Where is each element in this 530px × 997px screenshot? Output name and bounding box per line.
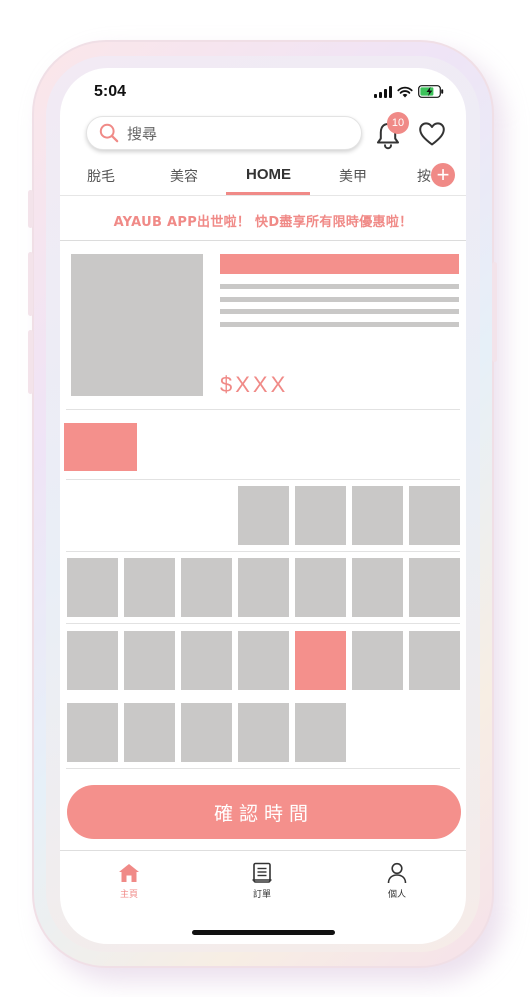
add-tab-button[interactable]: + [431,163,455,187]
product-title-placeholder [220,254,459,274]
orders-icon [252,862,272,883]
search-input[interactable]: 搜尋 [86,116,362,150]
active-tab-indicator [226,192,310,195]
time-slot[interactable] [352,558,403,617]
time-slot[interactable] [181,703,232,762]
time-slot[interactable] [124,558,175,617]
category-tabs: 脫毛 美容 HOME 美甲 按 [60,160,466,196]
time-slot[interactable] [124,631,175,690]
divider [66,551,460,552]
home-indicator[interactable] [192,930,335,935]
time-slot[interactable] [352,486,403,545]
tab-beauty[interactable]: 美容 [170,166,198,186]
volume-down-button [28,330,33,394]
tab-home[interactable]: HOME [246,166,291,183]
wifi-icon [397,86,413,97]
promo-banner-text: AYAUB APP出世啦！ 快D盡享所有限時優惠啦！ [113,215,413,230]
confirm-time-button[interactable]: 確認時間 [67,785,461,839]
bottom-nav-divider [60,850,466,851]
promo-banner[interactable]: AYAUB APP出世啦！ 快D盡享所有限時優惠啦！ [60,201,466,241]
status-time: 5:04 [94,83,127,100]
nav-home-label: 主頁 [119,890,138,900]
time-slot[interactable] [181,558,232,617]
time-slot[interactable] [352,631,403,690]
nav-home[interactable]: 主頁 [99,862,159,900]
battery-charging-icon [418,85,444,98]
nav-profile-label: 個人 [387,890,406,900]
nav-profile[interactable]: 個人 [367,862,427,900]
divider [66,479,460,480]
nav-orders[interactable]: 訂單 [232,862,292,900]
product-description-line [220,309,459,314]
search-icon [99,123,119,143]
tab-nails[interactable]: 美甲 [339,166,367,186]
tab-hair-removal[interactable]: 脫毛 [87,166,115,186]
time-slot[interactable] [295,703,346,762]
mute-switch [28,190,33,228]
time-slot[interactable] [409,631,460,690]
home-icon [119,864,139,882]
volume-up-button [28,252,33,316]
time-slot[interactable] [409,558,460,617]
power-button [492,262,497,362]
time-slot[interactable] [67,631,118,690]
selected-date-block[interactable] [64,423,137,471]
app-screen: 5:04 搜尋 10 脫毛 美容 HOME 美甲 按 + AYAUB APP出世… [60,68,466,944]
time-slot[interactable] [238,703,289,762]
time-slot[interactable] [181,631,232,690]
divider [66,409,460,410]
time-slot[interactable] [67,558,118,617]
time-slot[interactable] [238,486,289,545]
time-slot[interactable] [295,558,346,617]
time-slot[interactable] [238,558,289,617]
product-price: $XXX [220,372,289,397]
product-image [71,254,203,396]
profile-icon [387,862,407,884]
time-slot-selected[interactable] [295,631,346,690]
divider [66,623,460,624]
time-slot[interactable] [67,703,118,762]
status-icons [374,85,444,98]
time-slot[interactable] [124,703,175,762]
time-slot[interactable] [409,486,460,545]
notification-badge: 10 [387,112,409,134]
product-description-line [220,297,459,302]
nav-orders-label: 訂單 [252,890,271,900]
tab-massage[interactable]: 按 [417,166,431,186]
signal-icon [374,85,392,98]
product-description-line [220,322,459,327]
search-placeholder: 搜尋 [127,124,158,143]
time-slot[interactable] [238,631,289,690]
product-description-line [220,284,459,289]
time-slot[interactable] [295,486,346,545]
divider [66,768,460,769]
heart-icon[interactable] [418,121,446,147]
